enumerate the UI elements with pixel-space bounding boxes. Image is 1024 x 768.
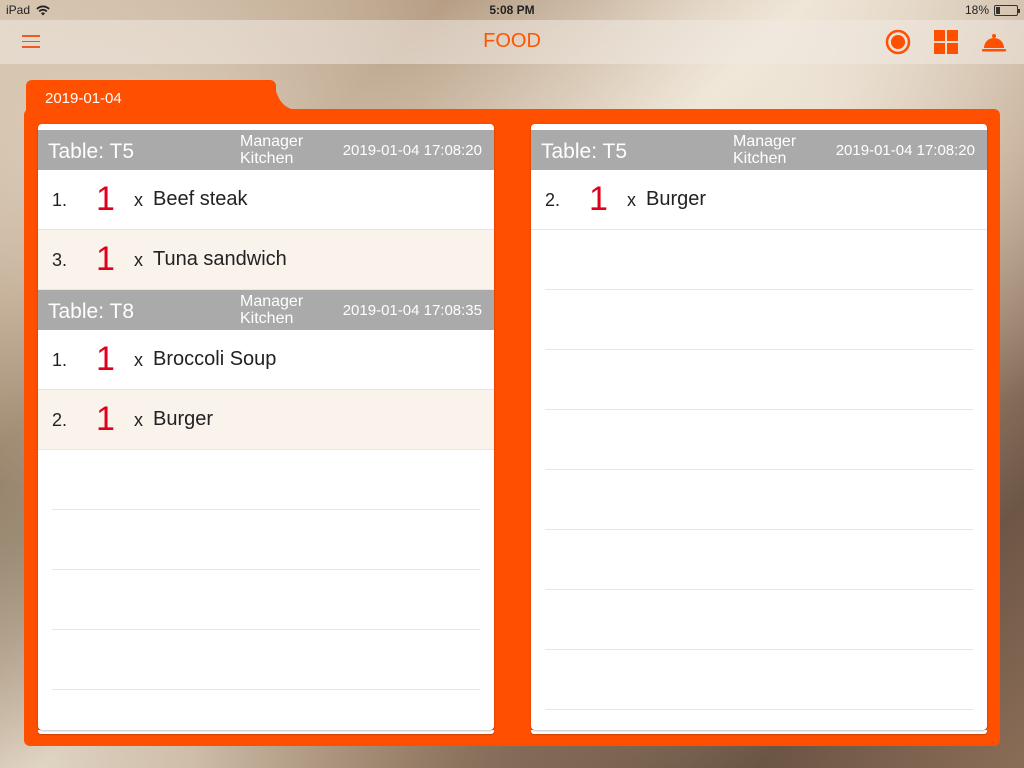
item-number: 1. <box>52 350 68 370</box>
item-number: 1. <box>52 190 68 210</box>
empty-line <box>52 510 480 570</box>
staff-station: Kitchen <box>240 310 294 327</box>
item-name: Beef steak <box>153 188 248 210</box>
empty-line <box>545 410 973 470</box>
service-bell-icon[interactable] <box>980 28 1008 56</box>
folder-date: 2019-01-04 <box>45 90 122 107</box>
order-timestamp: 2019-01-04 17:08:35 <box>342 302 482 319</box>
status-bar: iPad 5:08 PM 18% <box>0 0 1024 20</box>
order-item-row[interactable]: 1. 1 x Broccoli Soup <box>38 330 494 390</box>
folder-tab[interactable]: 2019-01-04 <box>26 80 276 114</box>
item-name: Burger <box>646 188 707 210</box>
staff-role: Manager <box>240 293 304 310</box>
item-number: 3. <box>52 250 68 270</box>
staff-station: Kitchen <box>240 150 294 167</box>
order-header[interactable]: Table: T8 Manager Kitchen 2019-01-04 17:… <box>38 290 494 330</box>
nav-bar: FOOD <box>0 20 1024 64</box>
table-name: Table: T5 <box>48 140 134 163</box>
clock: 5:08 PM <box>489 3 535 17</box>
empty-line <box>545 470 973 530</box>
item-number: 2. <box>545 190 561 210</box>
empty-line <box>545 530 973 590</box>
item-quantity: 1 <box>96 240 115 278</box>
empty-line <box>545 230 973 290</box>
times-symbol: x <box>134 410 143 430</box>
order-timestamp: 2019-01-04 17:08:20 <box>342 142 482 159</box>
staff-info: Manager Kitchen <box>733 133 796 167</box>
empty-line <box>545 650 973 710</box>
item-quantity: 1 <box>96 340 115 378</box>
item-quantity: 1 <box>589 180 608 218</box>
staff-role: Manager <box>733 133 797 150</box>
table-name: Table: T8 <box>48 300 134 323</box>
times-symbol: x <box>627 190 636 210</box>
order-header[interactable]: Table: T5 Manager Kitchen 2019-01-04 17:… <box>531 130 987 170</box>
staff-info: Manager Kitchen <box>240 133 303 167</box>
item-name: Burger <box>153 408 214 430</box>
staff-role: Manager <box>240 133 304 150</box>
order-ticket-right: Table: T5 Manager Kitchen 2019-01-04 17:… <box>531 124 987 730</box>
staff-station: Kitchen <box>733 150 787 167</box>
empty-line <box>545 590 973 650</box>
empty-line <box>545 290 973 350</box>
item-number: 2. <box>52 410 68 430</box>
item-name: Broccoli Soup <box>153 348 277 370</box>
order-ticket-left: Table: T5 Manager Kitchen 2019-01-04 17:… <box>38 124 494 730</box>
empty-line <box>52 630 480 690</box>
times-symbol: x <box>134 250 143 270</box>
order-header[interactable]: Table: T5 Manager Kitchen 2019-01-04 17:… <box>38 130 494 170</box>
order-item-row[interactable]: 3. 1 x Tuna sandwich <box>38 230 494 290</box>
item-quantity: 1 <box>96 180 115 218</box>
times-symbol: x <box>134 350 143 370</box>
table-name: Table: T5 <box>541 140 627 163</box>
item-quantity: 1 <box>96 400 115 438</box>
grid-icon[interactable] <box>932 28 960 56</box>
paper-stack-edge <box>531 730 987 734</box>
times-symbol: x <box>134 190 143 210</box>
order-item-row[interactable]: 1. 1 x Beef steak <box>38 170 494 230</box>
order-item-row[interactable]: 2. 1 x Burger <box>38 390 494 450</box>
empty-line <box>52 450 480 510</box>
paper-stack-edge <box>38 730 494 734</box>
order-item-row[interactable]: 2. 1 x Burger <box>531 170 987 230</box>
staff-info: Manager Kitchen <box>240 293 303 327</box>
battery-icon <box>994 4 1020 16</box>
empty-line <box>545 350 973 410</box>
empty-line <box>52 570 480 630</box>
item-name: Tuna sandwich <box>153 248 287 270</box>
order-timestamp: 2019-01-04 17:08:20 <box>835 142 975 159</box>
folder-tab-curve <box>265 80 325 114</box>
record-icon[interactable] <box>884 28 912 56</box>
battery-percent: 18% <box>964 3 989 17</box>
page-title: FOOD <box>483 30 541 52</box>
